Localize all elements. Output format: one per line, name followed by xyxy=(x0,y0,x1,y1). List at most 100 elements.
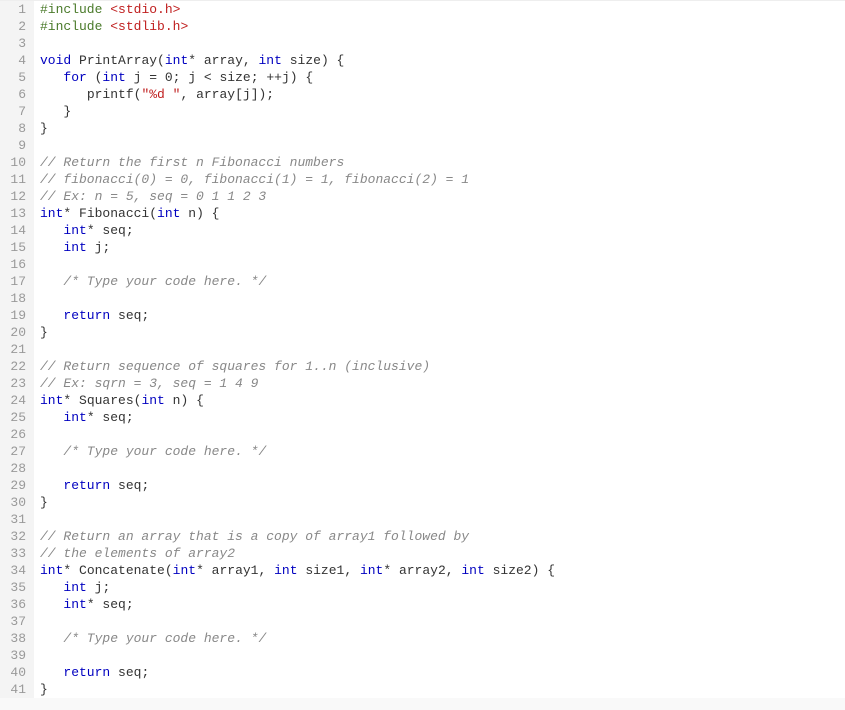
code-line[interactable]: 41} xyxy=(0,681,845,698)
code-line[interactable]: 39 xyxy=(0,647,845,664)
token-pn: } xyxy=(40,121,48,136)
code-line[interactable]: 13int* Fibonacci(int n) { xyxy=(0,205,845,222)
line-content[interactable]: for (int j = 0; j < size; ++j) { xyxy=(34,69,845,86)
code-line[interactable]: 18 xyxy=(0,290,845,307)
code-line[interactable]: 3 xyxy=(0,35,845,52)
token-pn xyxy=(40,478,63,493)
line-content[interactable]: int* seq; xyxy=(34,222,845,239)
line-content[interactable]: int* Concatenate(int* array1, int size1,… xyxy=(34,562,845,579)
line-content[interactable]: } xyxy=(34,681,845,698)
line-number: 38 xyxy=(0,630,34,647)
code-line[interactable]: 22// Return sequence of squares for 1..n… xyxy=(0,358,845,375)
token-pn: = xyxy=(141,70,164,85)
code-line[interactable]: 24int* Squares(int n) { xyxy=(0,392,845,409)
line-content[interactable]: return seq; xyxy=(34,307,845,324)
code-line[interactable]: 10// Return the first n Fibonacci number… xyxy=(0,154,845,171)
code-line[interactable]: 37 xyxy=(0,613,845,630)
code-line[interactable]: 30} xyxy=(0,494,845,511)
token-pn: ) { xyxy=(532,563,555,578)
line-number: 20 xyxy=(0,324,34,341)
line-content[interactable]: // Return an array that is a copy of arr… xyxy=(34,528,845,545)
line-content[interactable]: int j; xyxy=(34,579,845,596)
code-line[interactable]: 27 /* Type your code here. */ xyxy=(0,443,845,460)
code-line[interactable]: 19 return seq; xyxy=(0,307,845,324)
code-line[interactable]: 35 int j; xyxy=(0,579,845,596)
line-content[interactable]: /* Type your code here. */ xyxy=(34,630,845,647)
line-content[interactable]: } xyxy=(34,324,845,341)
token-pn xyxy=(110,308,118,323)
code-line[interactable]: 33// the elements of array2 xyxy=(0,545,845,562)
line-content[interactable] xyxy=(34,460,845,477)
code-line[interactable]: 4void PrintArray(int* array, int size) { xyxy=(0,52,845,69)
code-line[interactable]: 6 printf("%d ", array[j]); xyxy=(0,86,845,103)
code-line[interactable]: 20} xyxy=(0,324,845,341)
line-content[interactable]: #include <stdlib.h> xyxy=(34,18,845,35)
line-content[interactable]: } xyxy=(34,120,845,137)
line-content[interactable]: void PrintArray(int* array, int size) { xyxy=(34,52,845,69)
line-content[interactable]: // the elements of array2 xyxy=(34,545,845,562)
line-content[interactable] xyxy=(34,426,845,443)
code-line[interactable]: 23// Ex: sqrn = 3, seq = 1 4 9 xyxy=(0,375,845,392)
code-line[interactable]: 11// fibonacci(0) = 0, fibonacci(1) = 1,… xyxy=(0,171,845,188)
line-content[interactable] xyxy=(34,137,845,154)
line-content[interactable]: int* Squares(int n) { xyxy=(34,392,845,409)
token-cm: /* Type your code here. */ xyxy=(63,444,266,459)
code-line[interactable]: 2#include <stdlib.h> xyxy=(0,18,845,35)
line-content[interactable]: /* Type your code here. */ xyxy=(34,443,845,460)
line-content[interactable]: printf("%d ", array[j]); xyxy=(34,86,845,103)
code-line[interactable]: 8} xyxy=(0,120,845,137)
code-line[interactable]: 34int* Concatenate(int* array1, int size… xyxy=(0,562,845,579)
line-content[interactable]: return seq; xyxy=(34,477,845,494)
code-line[interactable]: 40 return seq; xyxy=(0,664,845,681)
code-line[interactable]: 36 int* seq; xyxy=(0,596,845,613)
line-content[interactable]: } xyxy=(34,494,845,511)
line-content[interactable] xyxy=(34,341,845,358)
line-content[interactable] xyxy=(34,256,845,273)
line-content[interactable]: /* Type your code here. */ xyxy=(34,273,845,290)
line-content[interactable]: #include <stdio.h> xyxy=(34,1,845,18)
line-content[interactable]: // Ex: sqrn = 3, seq = 1 4 9 xyxy=(34,375,845,392)
line-content[interactable] xyxy=(34,35,845,52)
line-content[interactable] xyxy=(34,613,845,630)
code-line[interactable]: 32// Return an array that is a copy of a… xyxy=(0,528,845,545)
code-line[interactable]: 16 xyxy=(0,256,845,273)
token-str: <stdio.h> xyxy=(110,2,180,17)
line-content[interactable]: // Return the first n Fibonacci numbers xyxy=(34,154,845,171)
code-line[interactable]: 29 return seq; xyxy=(0,477,845,494)
line-content[interactable] xyxy=(34,647,845,664)
line-content[interactable] xyxy=(34,511,845,528)
code-line[interactable]: 15 int j; xyxy=(0,239,845,256)
line-content[interactable]: int* seq; xyxy=(34,409,845,426)
code-line[interactable]: 17 /* Type your code here. */ xyxy=(0,273,845,290)
code-line[interactable]: 28 xyxy=(0,460,845,477)
code-line[interactable]: 7 } xyxy=(0,103,845,120)
token-fn: PrintArray xyxy=(79,53,157,68)
code-line[interactable]: 9 xyxy=(0,137,845,154)
line-content[interactable]: // fibonacci(0) = 0, fibonacci(1) = 1, f… xyxy=(34,171,845,188)
line-content[interactable]: int j; xyxy=(34,239,845,256)
line-content[interactable]: } xyxy=(34,103,845,120)
code-line[interactable]: 14 int* seq; xyxy=(0,222,845,239)
token-id: seq xyxy=(118,308,141,323)
line-number: 16 xyxy=(0,256,34,273)
code-editor[interactable]: 1#include <stdio.h>2#include <stdlib.h>3… xyxy=(0,0,845,698)
code-line[interactable]: 5 for (int j = 0; j < size; ++j) { xyxy=(0,69,845,86)
code-line[interactable]: 21 xyxy=(0,341,845,358)
line-content[interactable] xyxy=(34,290,845,307)
code-line[interactable]: 26 xyxy=(0,426,845,443)
code-line[interactable]: 12// Ex: n = 5, seq = 0 1 1 2 3 xyxy=(0,188,845,205)
line-number: 23 xyxy=(0,375,34,392)
line-content[interactable]: int* seq; xyxy=(34,596,845,613)
code-line[interactable]: 1#include <stdio.h> xyxy=(0,1,845,18)
code-line[interactable]: 38 /* Type your code here. */ xyxy=(0,630,845,647)
token-cm: // the elements of array2 xyxy=(40,546,235,561)
code-line[interactable]: 31 xyxy=(0,511,845,528)
token-pn xyxy=(110,665,118,680)
token-ty: int xyxy=(63,580,86,595)
line-content[interactable]: int* Fibonacci(int n) { xyxy=(34,205,845,222)
line-content[interactable]: return seq; xyxy=(34,664,845,681)
code-line[interactable]: 25 int* seq; xyxy=(0,409,845,426)
token-pn: } xyxy=(40,495,48,510)
line-content[interactable]: // Ex: n = 5, seq = 0 1 1 2 3 xyxy=(34,188,845,205)
line-content[interactable]: // Return sequence of squares for 1..n (… xyxy=(34,358,845,375)
